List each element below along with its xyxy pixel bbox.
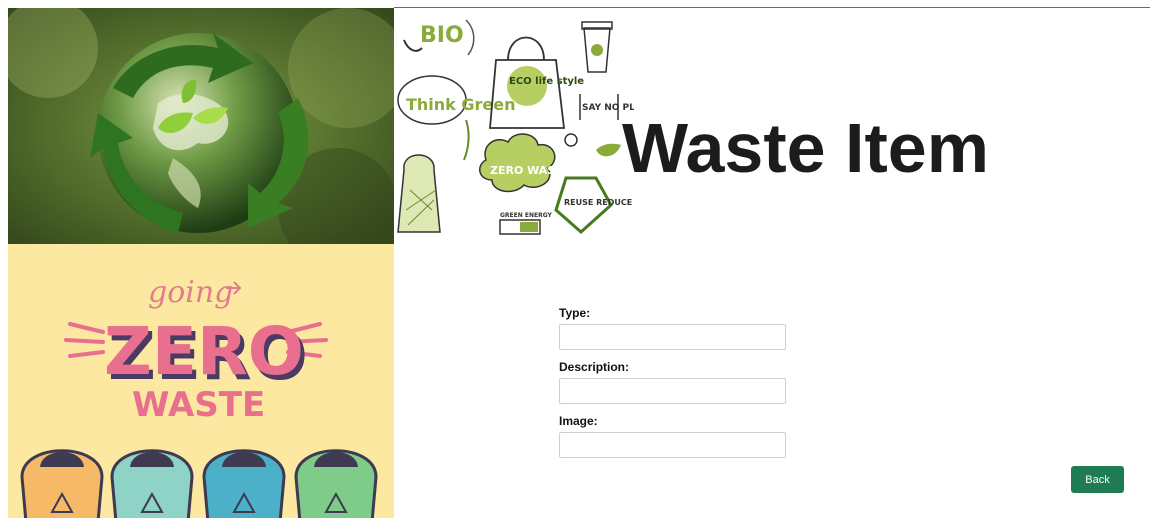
bio-text: BIO: [420, 23, 464, 48]
zero-waste-image: going ZERO ZERO WASTE: [8, 244, 394, 518]
waste-item-form: Type: Description: Image:: [559, 306, 799, 468]
think-green-text: Think Green: [406, 95, 516, 114]
zero-text: ZERO: [104, 313, 304, 390]
waste-text: WASTE: [132, 385, 265, 425]
earth-recycle-image: [8, 8, 394, 244]
green-energy-text: GREEN ENERGY: [500, 212, 552, 219]
reuse-reduce-recycle-text: REUSE REDUCE RECYCLE: [564, 198, 634, 207]
type-label: Type:: [559, 306, 591, 320]
type-input[interactable]: [559, 324, 786, 350]
zero-waste-doodle-text: ZERO WASTE: [490, 164, 570, 177]
eco-text: ECO life style: [509, 76, 584, 87]
back-button[interactable]: Back: [1071, 466, 1124, 493]
description-input[interactable]: [559, 378, 786, 404]
page-title: Waste Item: [622, 109, 989, 187]
image-input[interactable]: [559, 432, 786, 458]
going-text: going: [148, 275, 233, 310]
eco-illustration-image: BIO Think Green ECO life style SAY NO PL…: [396, 10, 634, 242]
image-label: Image:: [559, 414, 598, 428]
description-label: Description:: [559, 360, 630, 374]
top-divider: [394, 7, 1150, 8]
